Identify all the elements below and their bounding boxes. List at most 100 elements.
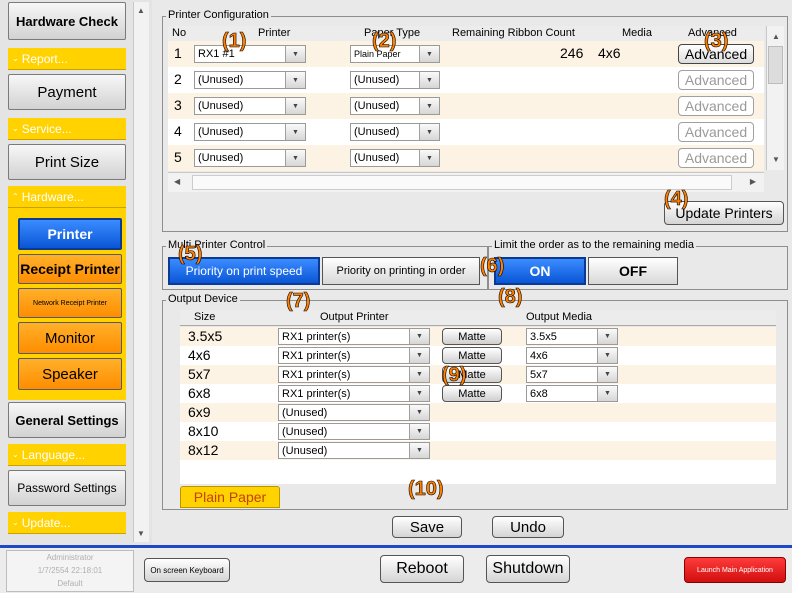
output-printer-select[interactable]: (Unused) ▼ [278,404,430,421]
general-settings-button[interactable]: General Settings [8,402,126,438]
output-printer-select[interactable]: (Unused) ▼ [278,423,430,440]
service-section[interactable]: ⌄ Service... [8,118,126,140]
printer-select[interactable]: (Unused) ▼ [194,71,306,89]
output-media-select[interactable]: 5x7 ▼ [526,366,618,383]
chevron-down-icon[interactable]: ▼ [597,348,617,363]
output-row[interactable]: 4x6 RX1 printer(s) ▼ Matte 4x6 ▼ [180,346,776,365]
scroll-up-icon[interactable]: ▲ [137,6,145,15]
media-value: 4x6 [598,45,621,61]
plain-paper-tab[interactable]: Plain Paper [180,486,280,508]
output-printer-select[interactable]: (Unused) ▼ [278,442,430,459]
output-media-select[interactable]: 6x8 ▼ [526,385,618,402]
scroll-up-icon[interactable]: ▲ [772,32,780,41]
scroll-right-icon[interactable]: ▶ [750,177,756,186]
paper-type-select[interactable]: (Unused) ▼ [350,149,440,167]
scroll-left-icon[interactable]: ◀ [174,177,180,186]
chevron-down-icon[interactable]: ▼ [409,386,429,401]
reboot-button[interactable]: Reboot [380,555,464,583]
advanced-button[interactable]: Advanced [678,122,754,142]
output-table-header: Size Output Printer Output Media [180,310,776,326]
paper-type-select[interactable]: (Unused) ▼ [350,71,440,89]
speaker-nav-button[interactable]: Speaker [18,358,122,390]
print-size-button[interactable]: Print Size [8,144,126,180]
scroll-down-icon[interactable]: ▼ [772,155,780,164]
output-printer-select[interactable]: RX1 printer(s) ▼ [278,366,430,383]
printer-row[interactable]: 1 RX1 #1 ▼ Plain Paper ▼ 246 4x6 Advanced [168,41,764,67]
chevron-down-icon[interactable]: ▼ [597,329,617,344]
network-receipt-printer-nav-button[interactable]: Network Receipt Printer [18,288,122,318]
paper-type-select[interactable]: (Unused) ▼ [350,123,440,141]
printer-select[interactable]: (Unused) ▼ [194,97,306,115]
hardware-check-button[interactable]: Hardware Check [8,2,126,40]
printer-row[interactable]: 4 (Unused) ▼ (Unused) ▼ Advanced [168,119,764,145]
paper-type-select[interactable]: (Unused) ▼ [350,97,440,115]
chevron-down-icon[interactable]: ▼ [419,72,439,88]
chevron-down-icon[interactable]: ▼ [285,124,305,140]
launch-main-application-button[interactable]: Launch Main Application [684,557,786,583]
printer-row[interactable]: 2 (Unused) ▼ (Unused) ▼ Advanced [168,67,764,93]
chevron-down-icon[interactable]: ▼ [597,386,617,401]
advanced-button[interactable]: Advanced [678,148,754,168]
chevron-down-icon[interactable]: ▼ [285,98,305,114]
advanced-button[interactable]: Advanced [678,70,754,90]
chevron-down-icon[interactable]: ▼ [285,150,305,166]
chevron-down-icon[interactable]: ▼ [409,329,429,344]
on-screen-keyboard-button[interactable]: On screen Keyboard [144,558,230,582]
matte-button[interactable]: Matte [442,347,502,364]
chevron-down-icon[interactable]: ▼ [285,46,305,62]
language-section[interactable]: ⌄ Language... [8,444,126,466]
chevron-down-icon[interactable]: ▼ [419,124,439,140]
output-media-value: 3.5x5 [530,330,557,343]
chevron-down-icon[interactable]: ▼ [419,150,439,166]
chevron-down-icon[interactable]: ▼ [419,98,439,114]
advanced-button[interactable]: Advanced [678,96,754,116]
priority-printing-order-button[interactable]: Priority on printing in order [322,257,480,285]
output-row[interactable]: 8x10 (Unused) ▼ [180,422,776,441]
output-printer-select[interactable]: RX1 printer(s) ▼ [278,385,430,402]
printer-row[interactable]: 3 (Unused) ▼ (Unused) ▼ Advanced [168,93,764,119]
chevron-down-icon[interactable]: ▼ [409,367,429,382]
output-printer-select[interactable]: RX1 printer(s) ▼ [278,347,430,364]
printer-value: (Unused) [198,126,244,138]
scroll-thumb[interactable] [768,46,783,84]
sidebar-scrollbar[interactable]: ▲ ▼ [133,2,149,542]
output-media-select[interactable]: 4x6 ▼ [526,347,618,364]
printer-select[interactable]: RX1 #1 ▼ [194,45,306,63]
output-printer-select[interactable]: RX1 printer(s) ▼ [278,328,430,345]
save-button[interactable]: Save [392,516,462,538]
chevron-down-icon[interactable]: ▼ [409,424,429,439]
monitor-nav-button[interactable]: Monitor [18,322,122,354]
shutdown-button[interactable]: Shutdown [486,555,570,583]
receipt-printer-nav-button[interactable]: Receipt Printer [18,254,122,284]
chevron-down-icon[interactable]: ▼ [597,367,617,382]
printer-table-vscroll[interactable]: ▲ ▼ [766,26,784,170]
payment-button[interactable]: Payment [8,74,126,110]
printer-select[interactable]: (Unused) ▼ [194,149,306,167]
output-row[interactable]: 8x12 (Unused) ▼ [180,441,776,460]
limit-on-button[interactable]: ON [494,257,586,285]
output-row[interactable]: 6x8 RX1 printer(s) ▼ Matte 6x8 ▼ [180,384,776,403]
output-media-value: 4x6 [530,349,548,362]
scroll-thumb[interactable] [192,175,732,190]
limit-off-button[interactable]: OFF [588,257,678,285]
chevron-down-icon[interactable]: ▼ [285,72,305,88]
undo-button[interactable]: Undo [492,516,564,538]
printer-row[interactable]: 5 (Unused) ▼ (Unused) ▼ Advanced [168,145,764,171]
matte-button[interactable]: Matte [442,328,502,345]
chevron-down-icon[interactable]: ▼ [409,405,429,420]
output-row[interactable]: 6x9 (Unused) ▼ [180,403,776,422]
chevron-down-icon[interactable]: ▼ [409,443,429,458]
scroll-down-icon[interactable]: ▼ [137,529,145,538]
matte-button[interactable]: Matte [442,385,502,402]
output-row[interactable]: 3.5x5 RX1 printer(s) ▼ Matte 3.5x5 ▼ [180,327,776,346]
output-row[interactable]: 5x7 RX1 printer(s) ▼ Matte 5x7 ▼ [180,365,776,384]
output-media-select[interactable]: 3.5x5 ▼ [526,328,618,345]
hardware-section[interactable]: ⌃ Hardware... [8,186,126,208]
update-section[interactable]: ⌄ Update... [8,512,126,534]
report-section[interactable]: ⌄ Report... [8,48,126,70]
printer-select[interactable]: (Unused) ▼ [194,123,306,141]
chevron-down-icon[interactable]: ▼ [409,348,429,363]
printer-nav-button[interactable]: Printer [18,218,122,250]
chevron-down-icon[interactable]: ▼ [419,46,439,62]
password-settings-button[interactable]: Password Settings [8,470,126,506]
